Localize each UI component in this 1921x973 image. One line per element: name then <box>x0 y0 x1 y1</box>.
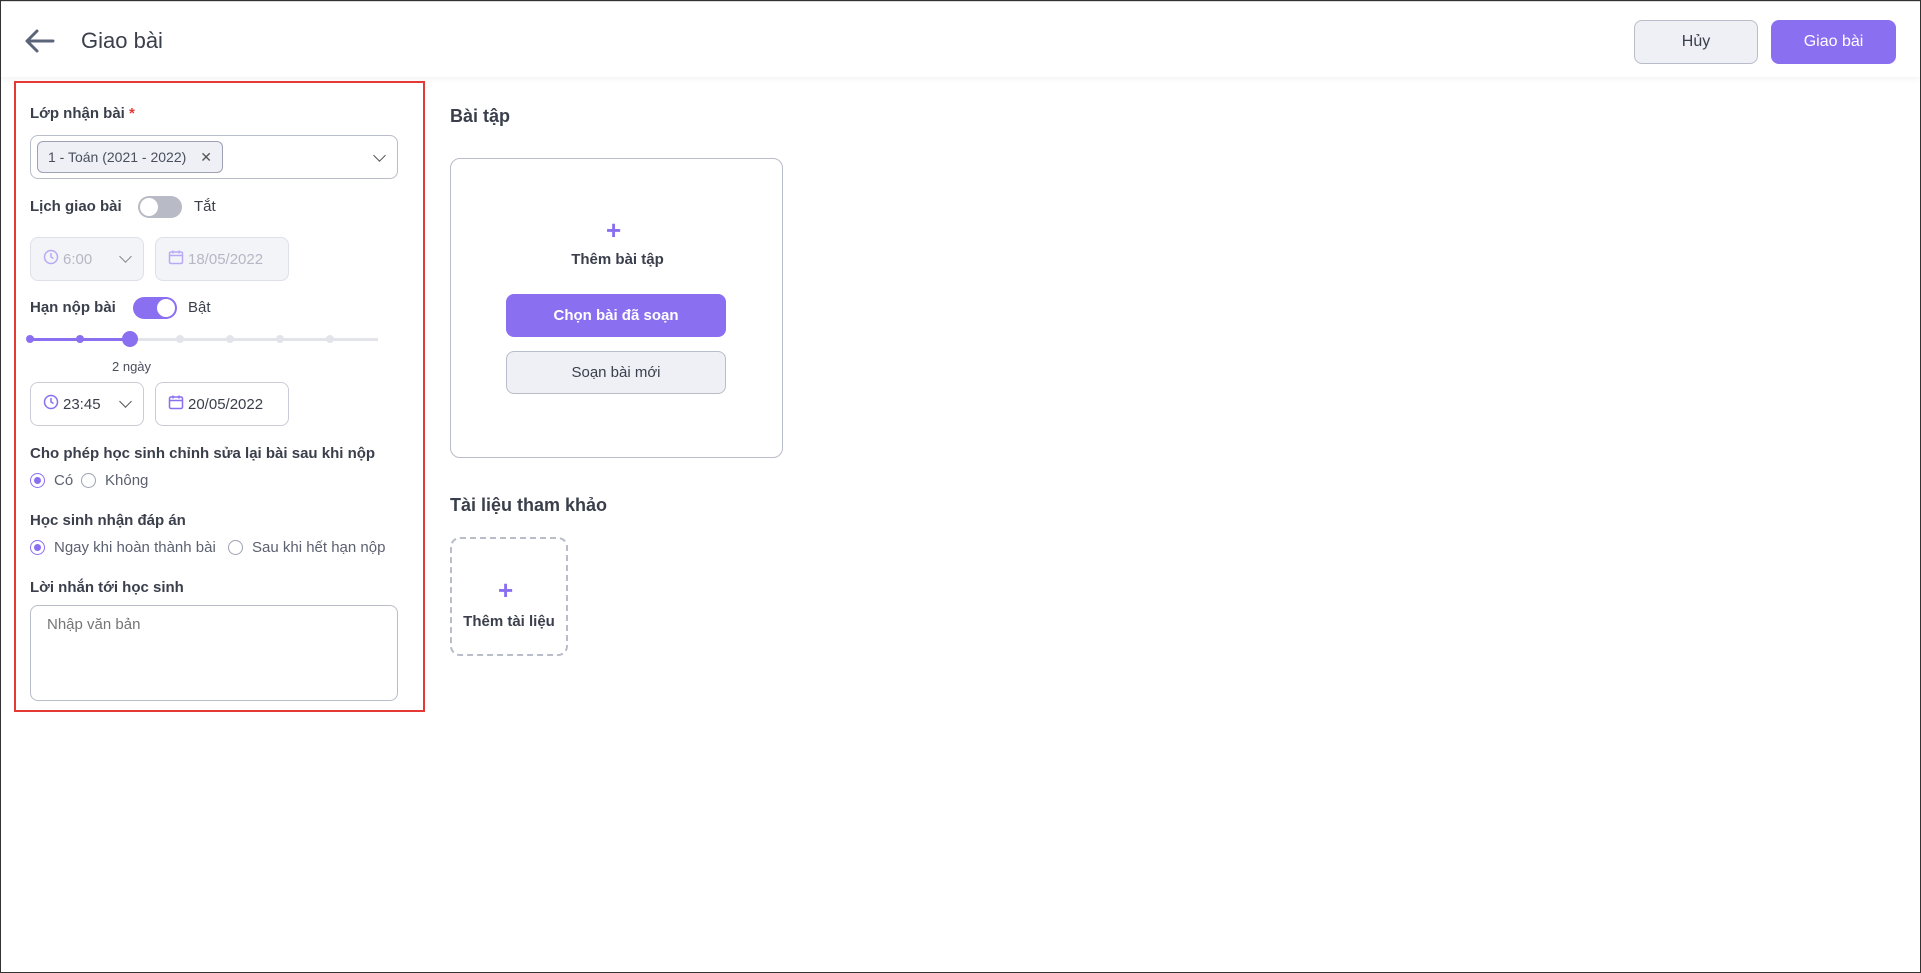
schedule-time-value: 6:00 <box>63 250 93 268</box>
deadline-date-value: 20/05/2022 <box>188 395 264 413</box>
class-chip: 1 - Toán (2021 - 2022) ✕ <box>37 141 224 173</box>
exercise-section-title: Bài tập <box>450 106 511 126</box>
deadline-slider-label: 2 ngày <box>112 359 152 374</box>
edit-yes-radio[interactable] <box>30 473 45 488</box>
top-bar: Giao bài Hủy Giao bài <box>1 1 1920 77</box>
slider-step-dot <box>226 335 234 343</box>
schedule-label: Lịch giao bài <box>30 198 122 215</box>
required-mark: * <box>129 105 135 122</box>
deadline-toggle-state: Bật <box>188 299 211 316</box>
schedule-date-field: 18/05/2022 <box>155 237 289 281</box>
message-textarea[interactable] <box>30 605 398 701</box>
class-select[interactable]: 1 - Toán (2021 - 2022) ✕ <box>30 135 398 179</box>
choose-prepared-button[interactable]: Chọn bài đã soạn <box>506 294 726 337</box>
schedule-time-select: 6:00 <box>30 237 144 281</box>
slider-step-dot <box>326 335 334 343</box>
clock-icon <box>43 249 59 269</box>
assign-button[interactable]: Giao bài <box>1771 20 1896 64</box>
answer-immediate-label: Ngay khi hoàn thành bài <box>54 539 216 556</box>
clock-icon <box>43 394 59 414</box>
deadline-date-field[interactable]: 20/05/2022 <box>155 382 289 426</box>
edit-permission-label: Cho phép học sinh chỉnh sửa lại bài sau … <box>30 445 376 462</box>
deadline-slider[interactable] <box>26 331 378 347</box>
plus-icon: + <box>606 215 622 245</box>
edit-no-label: Không <box>105 472 149 489</box>
schedule-toggle-state: Tắt <box>194 198 216 215</box>
page-title: Giao bài <box>81 28 163 53</box>
schedule-date-value: 18/05/2022 <box>188 250 264 268</box>
chevron-down-icon[interactable] <box>373 149 386 162</box>
answer-label: Học sinh nhận đáp án <box>30 512 186 529</box>
answer-immediate-radio[interactable] <box>30 540 45 555</box>
back-arrow-icon[interactable] <box>23 26 57 56</box>
class-label: Lớp nhận bài * <box>30 105 135 122</box>
cancel-button[interactable]: Hủy <box>1634 20 1758 64</box>
message-label: Lời nhắn tới học sinh <box>30 579 184 596</box>
slider-handle[interactable] <box>122 331 138 347</box>
slider-step-dot <box>76 335 84 343</box>
assignment-settings-panel: Lớp nhận bài * 1 - Toán (2021 - 2022) ✕ … <box>14 81 425 712</box>
edit-yes-label: Có <box>54 472 74 489</box>
plus-icon: + <box>498 575 514 605</box>
edit-no-radio[interactable] <box>81 473 96 488</box>
deadline-toggle[interactable] <box>133 297 177 319</box>
add-document-button[interactable]: + Thêm tài liệu <box>450 537 568 656</box>
documents-section-title: Tài liệu tham khảo <box>450 495 608 515</box>
slider-step-dot <box>276 335 284 343</box>
deadline-time-value: 23:45 <box>63 395 101 413</box>
add-exercise-label: Thêm bài tập <box>571 251 664 268</box>
chevron-down-icon <box>119 250 132 263</box>
schedule-toggle[interactable] <box>138 196 182 218</box>
chip-close-icon[interactable]: ✕ <box>200 149 212 166</box>
answer-after-deadline-radio[interactable] <box>228 540 243 555</box>
class-chip-label: 1 - Toán (2021 - 2022) <box>48 149 187 165</box>
answer-after-deadline-label: Sau khi hết hạn nộp <box>252 539 386 556</box>
calendar-icon <box>168 249 184 269</box>
chevron-down-icon <box>119 395 132 408</box>
slider-step-dot <box>176 335 184 343</box>
deadline-label: Hạn nộp bài <box>30 299 116 316</box>
exercise-card: + Thêm bài tập Chọn bài đã soạn Soạn bài… <box>450 158 783 458</box>
slider-step-dot <box>26 335 34 343</box>
add-document-label: Thêm tài liệu <box>463 613 555 630</box>
calendar-icon <box>168 394 184 414</box>
compose-new-button[interactable]: Soạn bài mới <box>506 351 726 394</box>
deadline-time-select[interactable]: 23:45 <box>30 382 144 426</box>
